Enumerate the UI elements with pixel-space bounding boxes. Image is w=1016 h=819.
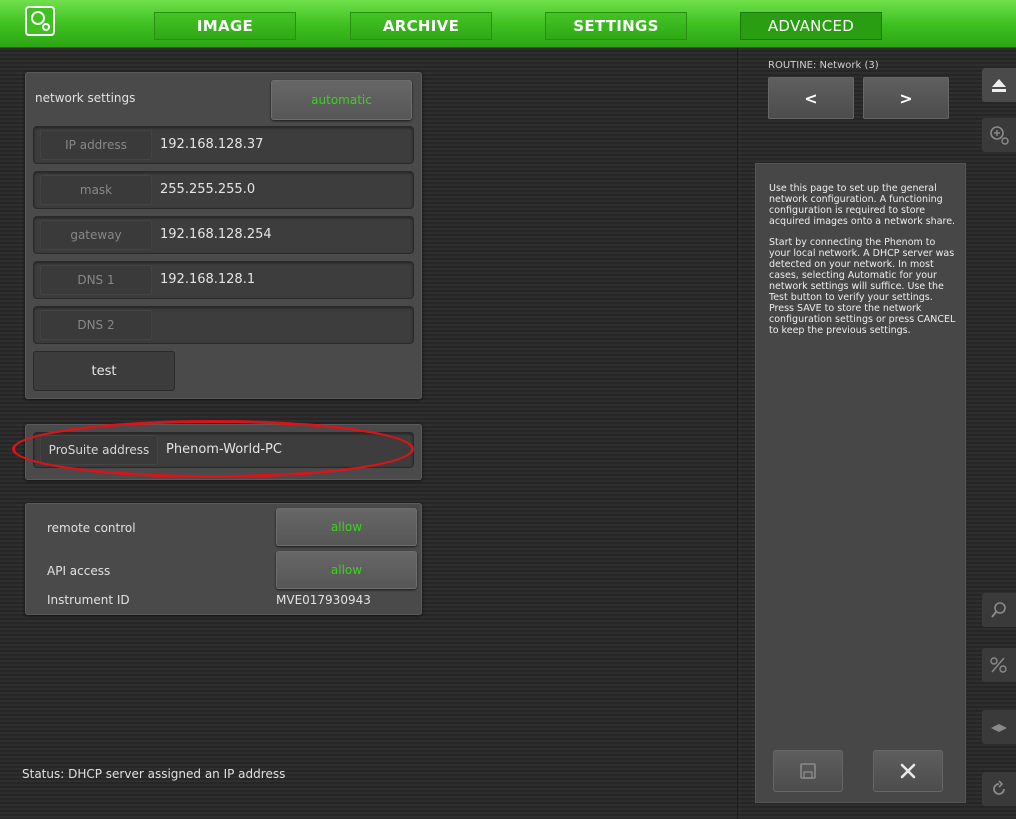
ip-address-label: IP address (40, 130, 152, 160)
mask-label: mask (40, 175, 152, 205)
eject-icon[interactable] (982, 68, 1016, 102)
help-panel: Use this page to set up the general netw… (755, 163, 966, 803)
right-toolbar (978, 48, 1016, 819)
test-button[interactable]: test (33, 351, 175, 391)
help-text: Use this page to set up the general netw… (769, 183, 957, 346)
search-icon[interactable] (982, 593, 1016, 627)
top-navigation-bar: IMAGE ARCHIVE SETTINGS ADVANCED (0, 0, 1016, 48)
automatic-button[interactable]: automatic (271, 80, 412, 120)
close-icon (900, 763, 916, 779)
mask-field[interactable]: mask 255.255.255.0 (33, 171, 414, 209)
dns2-label: DNS 2 (40, 310, 152, 340)
help-paragraph-2: Start by connecting the Phenom to your l… (769, 237, 956, 336)
gateway-field[interactable]: gateway 192.168.128.254 (33, 216, 414, 254)
rotate-icon[interactable] (982, 772, 1016, 806)
gateway-label: gateway (40, 220, 152, 250)
cancel-button[interactable] (873, 750, 943, 792)
tab-archive[interactable]: ARCHIVE (350, 12, 492, 40)
red-highlight-ellipse (12, 420, 414, 478)
phenom-logo-icon[interactable] (25, 6, 55, 36)
api-access-label: API access (47, 564, 111, 578)
next-button[interactable]: > (863, 77, 949, 119)
contrast-icon[interactable] (982, 710, 1016, 744)
dns1-value[interactable]: 192.168.128.1 (160, 262, 255, 298)
dns1-field[interactable]: DNS 1 192.168.128.1 (33, 261, 414, 299)
api-access-allow-button[interactable]: allow (276, 551, 417, 589)
save-icon (800, 763, 816, 779)
tab-advanced[interactable]: ADVANCED (740, 12, 882, 40)
mask-value[interactable]: 255.255.255.0 (160, 172, 255, 208)
adjust-icon[interactable] (982, 648, 1016, 682)
remote-control-allow-button[interactable]: allow (276, 508, 417, 546)
remote-control-label: remote control (47, 521, 136, 535)
routine-title: ROUTINE: Network (3) (768, 60, 879, 71)
previous-button[interactable]: < (768, 77, 854, 119)
tab-settings[interactable]: SETTINGS (545, 12, 687, 40)
divider (737, 48, 738, 819)
instrument-id-label: Instrument ID (47, 593, 130, 607)
ip-address-value[interactable]: 192.168.128.37 (160, 127, 263, 163)
ip-address-field[interactable]: IP address 192.168.128.37 (33, 126, 414, 164)
tab-image[interactable]: IMAGE (154, 12, 296, 40)
network-settings-panel: network settings automatic IP address 19… (25, 72, 422, 399)
help-paragraph-1: Use this page to set up the general netw… (769, 183, 956, 227)
save-button[interactable] (773, 750, 843, 792)
instrument-id-value: MVE017930943 (276, 593, 371, 607)
dns1-label: DNS 1 (40, 265, 152, 295)
dns2-field[interactable]: DNS 2 (33, 306, 414, 344)
zoom-in-icon[interactable] (982, 118, 1016, 152)
status-text: Status: DHCP server assigned an IP addre… (22, 767, 286, 781)
network-settings-title: network settings (35, 91, 136, 105)
gateway-value[interactable]: 192.168.128.254 (160, 217, 272, 253)
access-panel: remote control allow API access allow In… (25, 503, 422, 615)
